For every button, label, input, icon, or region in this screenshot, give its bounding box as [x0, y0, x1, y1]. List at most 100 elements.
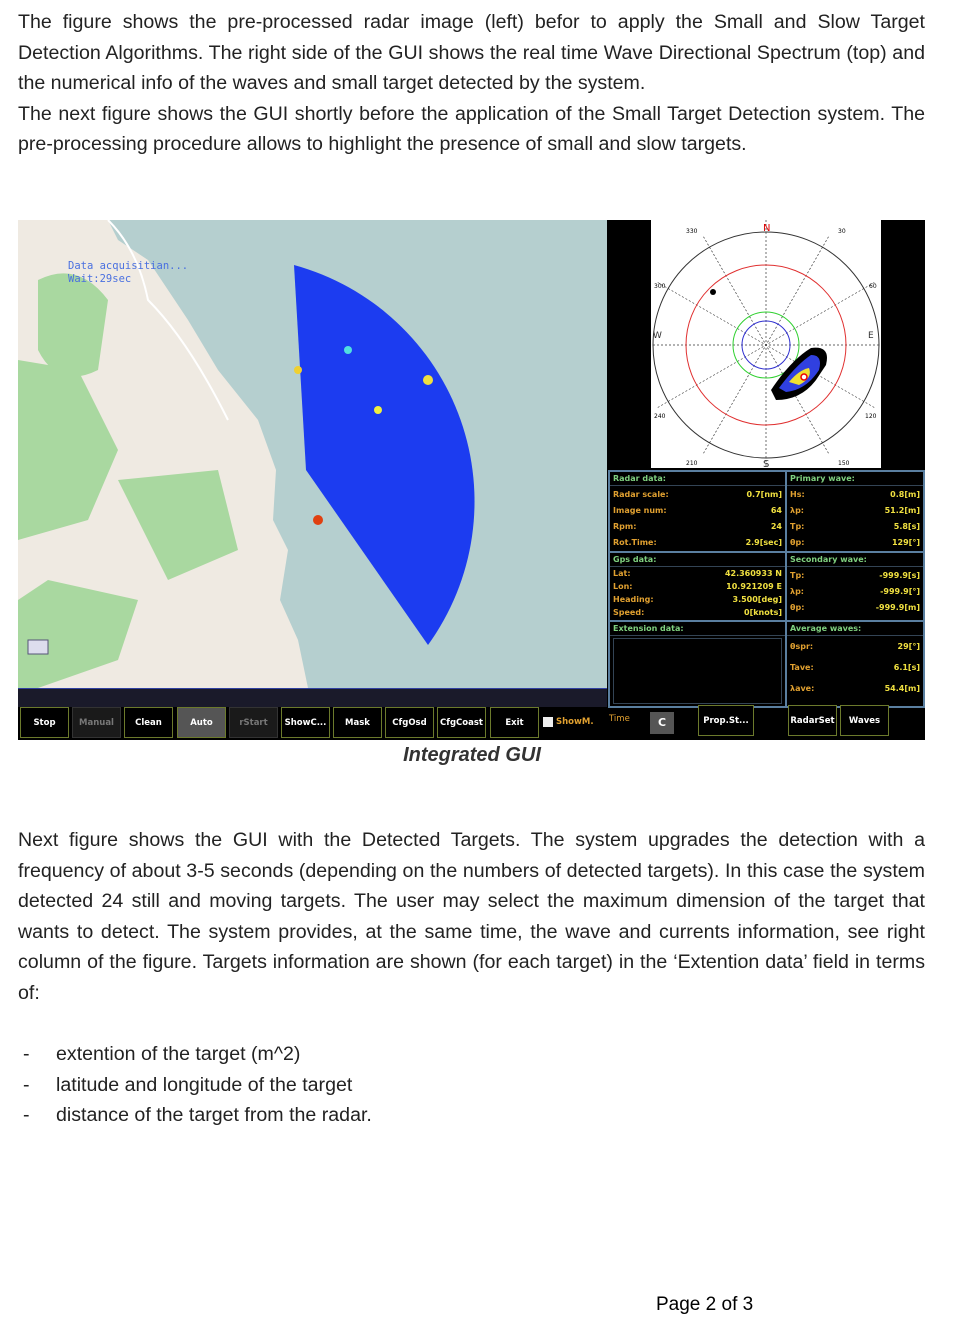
row-value: 6.1[s]	[893, 663, 920, 672]
north-label: N	[763, 223, 770, 234]
wait-countdown: Wait:29sec	[68, 273, 132, 285]
row-label: λp:	[790, 505, 804, 515]
data-row: Hs: 0.8[m]	[787, 486, 923, 502]
row-value: 5.8[s]	[893, 521, 920, 531]
radar-map	[18, 220, 607, 688]
list-item: latitude and longitude of the target	[18, 1070, 372, 1101]
toolbar-button-manual[interactable]: Manual	[72, 707, 121, 738]
row-label: Radar scale:	[613, 489, 669, 499]
row-label: Speed:	[613, 608, 645, 617]
data-row: Rot.Time: 2.9[sec]	[610, 534, 785, 550]
row-value: 3.500[deg]	[732, 595, 783, 604]
west-label: W	[653, 331, 662, 341]
row-value: 51.2[m]	[884, 505, 920, 515]
tick-label: 150	[838, 460, 850, 467]
south-label: S	[763, 459, 769, 468]
data-row: Tp: -999.9[s]	[787, 567, 923, 583]
toolbar-button-showc[interactable]: ShowC...	[281, 707, 330, 738]
paragraph: Next figure shows the GUI with the Detec…	[18, 829, 925, 1004]
data-row: λp: 51.2[m]	[787, 502, 923, 518]
tick-label: 240	[654, 413, 666, 420]
acquisition-status: Data acquisitian... Wait:29sec	[68, 260, 188, 286]
data-row: θspr: 29[°]	[787, 636, 923, 657]
toolbar-button-clean[interactable]: Clean	[124, 707, 173, 738]
row-label: Heading:	[613, 595, 654, 604]
row-label: Rpm:	[613, 521, 637, 531]
panel-title: Average waves:	[787, 622, 923, 636]
row-label: Image num:	[613, 505, 667, 515]
radarset-button[interactable]: RadarSet	[788, 705, 837, 736]
paragraph: The next figure shows the GUI shortly be…	[18, 102, 925, 156]
toolbar-button-cfgosd[interactable]: CfgOsd	[385, 707, 434, 738]
secondary-wave-panel: Secondary wave: Tp: -999.9[s] λp: -999.9[°]…	[785, 551, 925, 622]
prop-st-button[interactable]: Prop.St...	[698, 705, 754, 736]
panel-title: Gps data:	[610, 553, 785, 567]
figure-caption: Integrated GUI	[403, 744, 541, 766]
average-waves-panel: Average waves: θspr: 29[°] Tave: 6.1[s] λave…	[785, 620, 925, 708]
row-label: Tp:	[790, 570, 805, 580]
east-label: E	[868, 331, 874, 341]
row-label: Tave:	[790, 663, 814, 672]
data-row: Speed: 0[knots]	[610, 606, 785, 619]
row-value: -999.9[s]	[879, 570, 920, 580]
wave-directional-spectrum: N S E W 330 30 300 60 240 120 210 150	[651, 220, 881, 468]
toolbar-button-stop[interactable]: Stop	[20, 707, 69, 738]
panel-title: Extension data:	[610, 622, 785, 636]
tick-label: 300	[654, 283, 666, 290]
row-value: 129[°]	[891, 537, 920, 547]
primary-wave-panel: Primary wave: Hs: 0.8[m] λp: 51.2[m] Tp: 5.8[…	[785, 470, 925, 553]
toolbar-button-mask[interactable]: Mask	[333, 707, 382, 738]
integrated-gui-screenshot: Data acquisitian... Wait:29sec N S E W 3…	[18, 220, 925, 740]
extension-data-panel: Extension data:	[608, 620, 787, 708]
toolbar-button-rstart[interactable]: rStart	[229, 707, 278, 738]
toolbar-button-cfgcoast[interactable]: CfgCoast	[437, 707, 486, 738]
row-label: Lat:	[613, 569, 631, 578]
status-line: Data acquisitian...	[68, 260, 189, 272]
tick-label: 30	[838, 228, 846, 235]
row-value: 2.9[sec]	[745, 537, 782, 547]
data-row: Heading: 3.500[deg]	[610, 593, 785, 606]
tick-label: 210	[686, 460, 698, 467]
bullet-list: extention of the target (m^2) latitude a…	[18, 1039, 372, 1131]
time-label: Time	[609, 714, 630, 724]
tick-label: 60	[869, 283, 877, 290]
paragraph: The figure shows the pre-processed radar…	[18, 11, 925, 94]
row-value: 24	[770, 521, 782, 531]
data-row: λp: -999.9[°]	[787, 583, 923, 599]
row-label: Rot.Time:	[613, 537, 657, 547]
row-label: λp:	[790, 586, 804, 596]
row-label: λave:	[790, 684, 815, 693]
tick-label: 120	[865, 413, 877, 420]
row-label: θp:	[790, 537, 805, 547]
toolbar-button-exit[interactable]: Exit	[490, 707, 539, 738]
row-value: 54.4[m]	[884, 684, 920, 693]
extension-data-area[interactable]	[613, 638, 782, 704]
toolbar-button-auto[interactable]: Auto	[177, 707, 226, 738]
list-item: extention of the target (m^2)	[18, 1039, 372, 1070]
gps-data-panel: Gps data: Lat: 42.360933 N Lon: 10.921209 E…	[608, 551, 787, 622]
data-row: θp: 129[°]	[787, 534, 923, 550]
row-label: Tp:	[790, 521, 805, 531]
showm-checkbox[interactable]	[543, 717, 553, 727]
data-row: λave: 54.4[m]	[787, 678, 923, 699]
data-row: Tave: 6.1[s]	[787, 657, 923, 678]
row-value: -999.9[°]	[880, 586, 920, 596]
time-input[interactable]: C	[650, 712, 674, 734]
tick-label: 330	[686, 228, 698, 235]
data-row: Lat: 42.360933 N	[610, 567, 785, 580]
intro-text: The figure shows the pre-processed radar…	[18, 7, 925, 160]
panel-title: Secondary wave:	[787, 553, 923, 567]
panel-title: Radar data:	[610, 472, 785, 486]
checkbox-label: ShowM.	[556, 717, 594, 727]
row-label: θspr:	[790, 642, 814, 651]
list-item: distance of the target from the radar.	[18, 1100, 372, 1131]
data-row: Image num: 64	[610, 502, 785, 518]
row-value: 0[knots]	[744, 608, 782, 617]
waves-button[interactable]: Waves	[840, 705, 889, 736]
data-row: Radar scale: 0.7[nm]	[610, 486, 785, 502]
status-bar	[18, 688, 607, 707]
row-value: 0.7[nm]	[746, 489, 782, 499]
data-row: θp: -999.9[m]	[787, 599, 923, 615]
radar-data-panel: Radar data: Radar scale: 0.7[nm] Image num…	[608, 470, 787, 553]
data-row: Lon: 10.921209 E	[610, 580, 785, 593]
